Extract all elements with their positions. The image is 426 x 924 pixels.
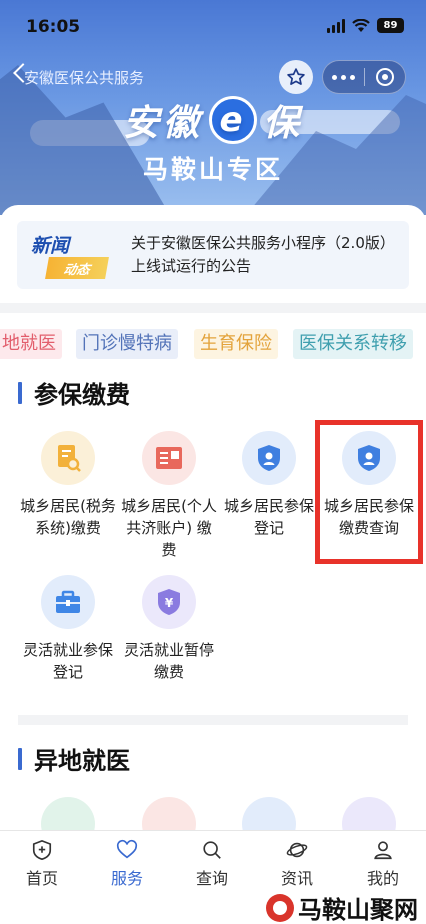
tab-label: 查询: [195, 869, 228, 888]
tag-remote-medical[interactable]: 地就医: [0, 329, 62, 359]
signal-icon: [327, 18, 345, 33]
service-tax-payment[interactable]: 城乡居民(税务系统)缴费: [18, 431, 118, 539]
document-search-icon: [41, 431, 95, 485]
nav-bar: 安徽医保公共服务: [0, 58, 426, 94]
svg-text:¥: ¥: [165, 596, 174, 610]
planet-icon: [286, 842, 308, 858]
tag-relation-transfer[interactable]: 医保关系转移: [293, 329, 413, 359]
e-logo-icon: e: [209, 96, 257, 144]
yuan-shield-icon: ¥: [142, 575, 196, 629]
service-flexible-pause[interactable]: ¥ 灵活就业暂停缴费: [119, 575, 219, 683]
close-circle-icon[interactable]: [364, 61, 405, 93]
news-banner[interactable]: 新闻 动态 关于安徽医保公共服务小程序（2.0版） 上线试运行的公告: [17, 221, 409, 289]
watermark-logo-icon: [266, 893, 294, 922]
doctor-icon[interactable]: [41, 797, 95, 830]
tag-chronic-disease[interactable]: 门诊慢特病: [76, 329, 178, 359]
tab-query[interactable]: 查询: [172, 839, 252, 889]
main-content: 新闻 动态 关于安徽医保公共服务小程序（2.0版） 上线试运行的公告 地就医 门…: [0, 205, 426, 830]
service-label: 灵活就业参保登记: [22, 641, 113, 681]
star-icon: [287, 68, 305, 85]
tab-label: 首页: [25, 869, 58, 888]
highlight-box: [315, 420, 423, 564]
section-title-remote: 异地就医: [18, 741, 130, 776]
news-text[interactable]: 关于安徽医保公共服务小程序（2.0版） 上线试运行的公告: [131, 232, 401, 278]
shield-plus-icon: [32, 839, 52, 861]
brand-logo: 安徽 e 保: [0, 94, 426, 146]
category-tabs: 地就医 门诊慢特病 生育保险 医保关系转移: [0, 329, 426, 361]
worker-icon[interactable]: [242, 797, 296, 830]
transfer-icon[interactable]: [342, 797, 396, 830]
status-time: 16:05: [26, 17, 81, 37]
tab-mine[interactable]: 我的: [343, 839, 423, 889]
heart-icon: [116, 839, 138, 859]
service-label: 城乡居民参保登记: [223, 497, 314, 537]
divider: [18, 715, 408, 725]
district-title: 马鞍山专区: [142, 155, 283, 184]
brand-text-right: 保: [263, 103, 304, 144]
service-enrollment-registration[interactable]: 城乡居民参保登记: [219, 431, 319, 539]
divider: [0, 303, 426, 313]
favorite-button[interactable]: [279, 60, 313, 94]
shield-user-icon: [242, 431, 296, 485]
ledger-icon: [142, 431, 196, 485]
section-title-text: 参保缴费: [34, 381, 130, 409]
status-bar: 16:05 89: [0, 0, 426, 52]
section-title-payment: 参保缴费: [18, 375, 130, 410]
brand-text-left: 安徽: [122, 103, 203, 144]
tab-label: 资讯: [280, 869, 313, 888]
more-dots-icon[interactable]: [323, 61, 364, 93]
service-flexible-registration[interactable]: 灵活就业参保登记: [18, 575, 118, 683]
mini-program-capsule: [322, 60, 406, 94]
tab-news[interactable]: 资讯: [257, 839, 337, 889]
nav-title: 安徽医保公共服务: [24, 69, 145, 87]
service-label: 灵活就业暂停缴费: [123, 641, 214, 681]
plane-doc-icon[interactable]: [142, 797, 196, 830]
battery-icon: 89: [377, 18, 404, 33]
news-badge-top: 新闻: [31, 235, 70, 257]
service-label: 城乡居民(税务系统)缴费: [20, 497, 116, 537]
service-personal-account-payment[interactable]: 城乡居民(个人共济账户) 缴费: [119, 431, 219, 561]
briefcase-icon: [41, 575, 95, 629]
header-banner: 16:05 89 安徽医保公共服务 安徽 e 保 马鞍山专区: [0, 0, 426, 215]
news-badge: 新闻 动态: [25, 227, 117, 283]
tab-service[interactable]: 服务: [87, 839, 167, 889]
tab-label: 我的: [366, 869, 399, 888]
tag-maternity-insurance[interactable]: 生育保险: [194, 329, 278, 359]
wifi-icon: [352, 18, 370, 32]
section-title-text: 异地就医: [34, 747, 130, 775]
search-icon: [203, 841, 221, 859]
tab-home[interactable]: 首页: [2, 839, 82, 889]
watermark: 马鞍山聚网: [266, 890, 418, 924]
news-badge-bottom: 动态: [45, 257, 109, 279]
service-label: 城乡居民(个人共济账户) 缴费: [121, 497, 217, 559]
user-icon: [374, 841, 392, 860]
tab-label: 服务: [110, 869, 143, 888]
watermark-text: 马鞍山聚网: [298, 895, 418, 924]
